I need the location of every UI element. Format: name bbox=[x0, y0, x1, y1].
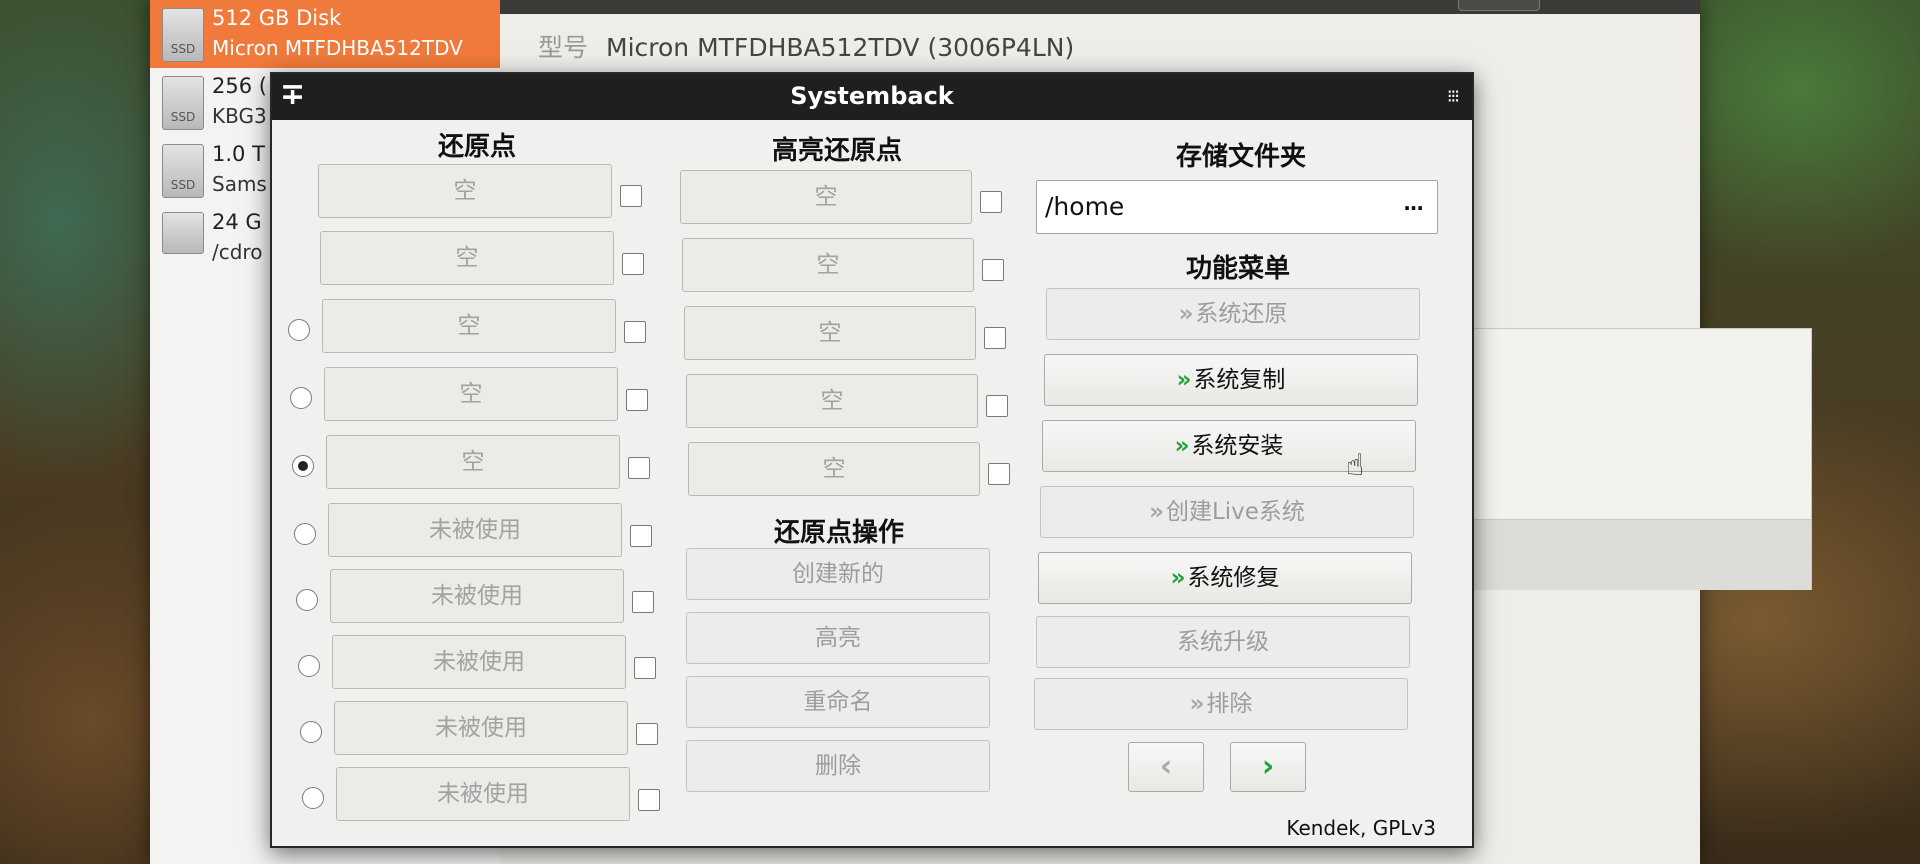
highlighted-point-checkbox[interactable] bbox=[984, 327, 1006, 349]
rename-button[interactable]: 重命名 bbox=[686, 676, 990, 728]
highlighted-point-checkbox[interactable] bbox=[986, 395, 1008, 417]
restore-point-checkbox[interactable] bbox=[624, 321, 646, 343]
ssd-icon: SSD bbox=[162, 8, 204, 62]
restore-point-slot[interactable]: 空 bbox=[324, 367, 618, 421]
disk-name: 1.0 T bbox=[212, 142, 265, 166]
disk-item-512gb[interactable]: SSD 512 GB Disk Micron MTFDHBA512TDV bbox=[150, 0, 500, 68]
chevron-right-icon: » bbox=[1174, 433, 1190, 459]
disk-name: 512 GB Disk bbox=[212, 6, 342, 30]
highlighted-point-slot[interactable]: 空 bbox=[688, 442, 980, 496]
highlighted-point-slot[interactable]: 空 bbox=[684, 306, 976, 360]
chevron-right-icon: » bbox=[1189, 691, 1205, 717]
highlighted-point-slot[interactable]: 空 bbox=[682, 238, 974, 292]
restore-point-slot[interactable]: 空 bbox=[326, 435, 620, 489]
restore-point-checkbox[interactable] bbox=[622, 253, 644, 275]
restore-point-checkbox[interactable] bbox=[638, 789, 660, 811]
button-label: 系统安装 bbox=[1191, 433, 1284, 459]
disk-subtitle: Sams bbox=[212, 172, 267, 196]
create-live-system-button[interactable]: »创建Live系统 bbox=[1040, 486, 1414, 538]
function-menu-heading: 功能菜单 bbox=[1186, 254, 1291, 284]
optical-drive-icon bbox=[162, 212, 204, 254]
restore-point-radio[interactable] bbox=[298, 655, 320, 677]
restore-point-checkbox[interactable] bbox=[634, 657, 656, 679]
system-upgrade-button[interactable]: 系统升级 bbox=[1036, 616, 1410, 668]
window-title: Systemback bbox=[790, 82, 954, 110]
restore-point-checkbox[interactable] bbox=[636, 723, 658, 745]
system-restore-button[interactable]: »系统还原 bbox=[1046, 288, 1420, 340]
highlighted-point-slot[interactable]: 空 bbox=[680, 170, 972, 224]
restore-point-radio-selected[interactable] bbox=[292, 455, 314, 477]
browse-button[interactable]: ... bbox=[1403, 191, 1424, 215]
disk-name: 256 ( bbox=[212, 74, 267, 98]
disk-subtitle: KBG3 bbox=[212, 104, 267, 128]
restore-point-radio[interactable] bbox=[302, 787, 324, 809]
restore-point-checkbox[interactable] bbox=[632, 591, 654, 613]
disk-subtitle: Micron MTFDHBA512TDV bbox=[212, 36, 463, 60]
highlight-button[interactable]: 高亮 bbox=[686, 612, 990, 664]
system-repair-button[interactable]: »系统修复 bbox=[1038, 552, 1412, 604]
previous-page-button[interactable]: ‹ bbox=[1128, 742, 1204, 792]
restore-point-radio[interactable] bbox=[294, 523, 316, 545]
restore-point-checkbox[interactable] bbox=[628, 457, 650, 479]
disk-model-row: 型号 Micron MTFDHBA512TDV (3006P4LN) bbox=[538, 28, 1074, 64]
restore-point-radio[interactable] bbox=[290, 387, 312, 409]
restore-point-slot[interactable]: 空 bbox=[318, 164, 612, 218]
exclude-button[interactable]: »排除 bbox=[1034, 678, 1408, 730]
hand-cursor-icon: ☝ bbox=[1346, 448, 1365, 483]
model-label: 型号 bbox=[538, 33, 589, 62]
systemback-window: ∓ Systemback ⁝⁝⁝ 还原点 空 空 空 空 空 未被使用 未被使用… bbox=[270, 72, 1474, 848]
restore-point-slot[interactable]: 未被使用 bbox=[328, 503, 622, 557]
restore-point-slot[interactable]: 空 bbox=[320, 231, 614, 285]
button-label: 系统修复 bbox=[1187, 565, 1280, 591]
ssd-icon: SSD bbox=[162, 76, 204, 130]
ssd-icon: SSD bbox=[162, 144, 204, 198]
restore-point-slot[interactable]: 未被使用 bbox=[332, 635, 626, 689]
titlebar-button[interactable] bbox=[1458, 0, 1540, 11]
restore-point-checkbox[interactable] bbox=[626, 389, 648, 411]
chevron-left-icon: ‹ bbox=[1159, 749, 1173, 784]
highlighted-point-checkbox[interactable] bbox=[980, 191, 1002, 213]
model-value: Micron MTFDHBA512TDV (3006P4LN) bbox=[606, 33, 1075, 62]
chevron-right-icon: » bbox=[1178, 301, 1194, 327]
menu-icon[interactable]: ⁝⁝⁝ bbox=[1447, 88, 1460, 106]
create-restore-point-button[interactable]: 创建新的 bbox=[686, 548, 990, 600]
highlighted-point-checkbox[interactable] bbox=[988, 463, 1010, 485]
delete-button[interactable]: 删除 bbox=[686, 740, 990, 792]
storage-path-value: /home bbox=[1045, 192, 1125, 221]
highlighted-points-heading: 高亮还原点 bbox=[772, 136, 903, 166]
system-copy-button[interactable]: »系统复制 bbox=[1044, 354, 1418, 406]
disks-titlebar bbox=[500, 0, 1700, 14]
highlighted-point-slot[interactable]: 空 bbox=[686, 374, 978, 428]
storage-folder-heading: 存储文件夹 bbox=[1176, 142, 1307, 172]
restore-point-slot[interactable]: 未被使用 bbox=[334, 701, 628, 755]
restore-point-slot[interactable]: 空 bbox=[322, 299, 616, 353]
chevron-right-icon: » bbox=[1176, 367, 1192, 393]
restore-points-heading: 还原点 bbox=[438, 132, 517, 162]
systemback-titlebar: ∓ Systemback ⁝⁝⁝ bbox=[272, 74, 1472, 120]
button-label: 创建Live系统 bbox=[1165, 499, 1305, 525]
restore-point-slot[interactable]: 未被使用 bbox=[336, 767, 630, 821]
restore-point-slot[interactable]: 未被使用 bbox=[330, 569, 624, 623]
restore-point-radio[interactable] bbox=[300, 721, 322, 743]
restore-point-radio[interactable] bbox=[296, 589, 318, 611]
next-page-button[interactable]: › bbox=[1230, 742, 1306, 792]
credit-label: Kendek, GPLv3 bbox=[1286, 816, 1436, 840]
restore-point-checkbox[interactable] bbox=[620, 185, 642, 207]
button-label: 系统还原 bbox=[1195, 301, 1288, 327]
button-label: 排除 bbox=[1206, 691, 1253, 717]
highlighted-point-checkbox[interactable] bbox=[982, 259, 1004, 281]
operations-heading: 还原点操作 bbox=[774, 518, 905, 548]
chevron-right-icon: » bbox=[1170, 565, 1186, 591]
button-label: 系统复制 bbox=[1193, 367, 1286, 393]
restore-point-radio[interactable] bbox=[288, 319, 310, 341]
chevron-right-icon: » bbox=[1149, 499, 1164, 525]
disk-name: 24 G bbox=[212, 210, 262, 234]
panel-band bbox=[1441, 519, 1811, 590]
disk-subtitle: /cdro bbox=[212, 240, 263, 264]
restore-point-checkbox[interactable] bbox=[630, 525, 652, 547]
storage-path-field[interactable]: /home ... bbox=[1036, 180, 1438, 234]
disks-detail-panel bbox=[1440, 328, 1812, 590]
chevron-right-icon: › bbox=[1261, 749, 1275, 784]
